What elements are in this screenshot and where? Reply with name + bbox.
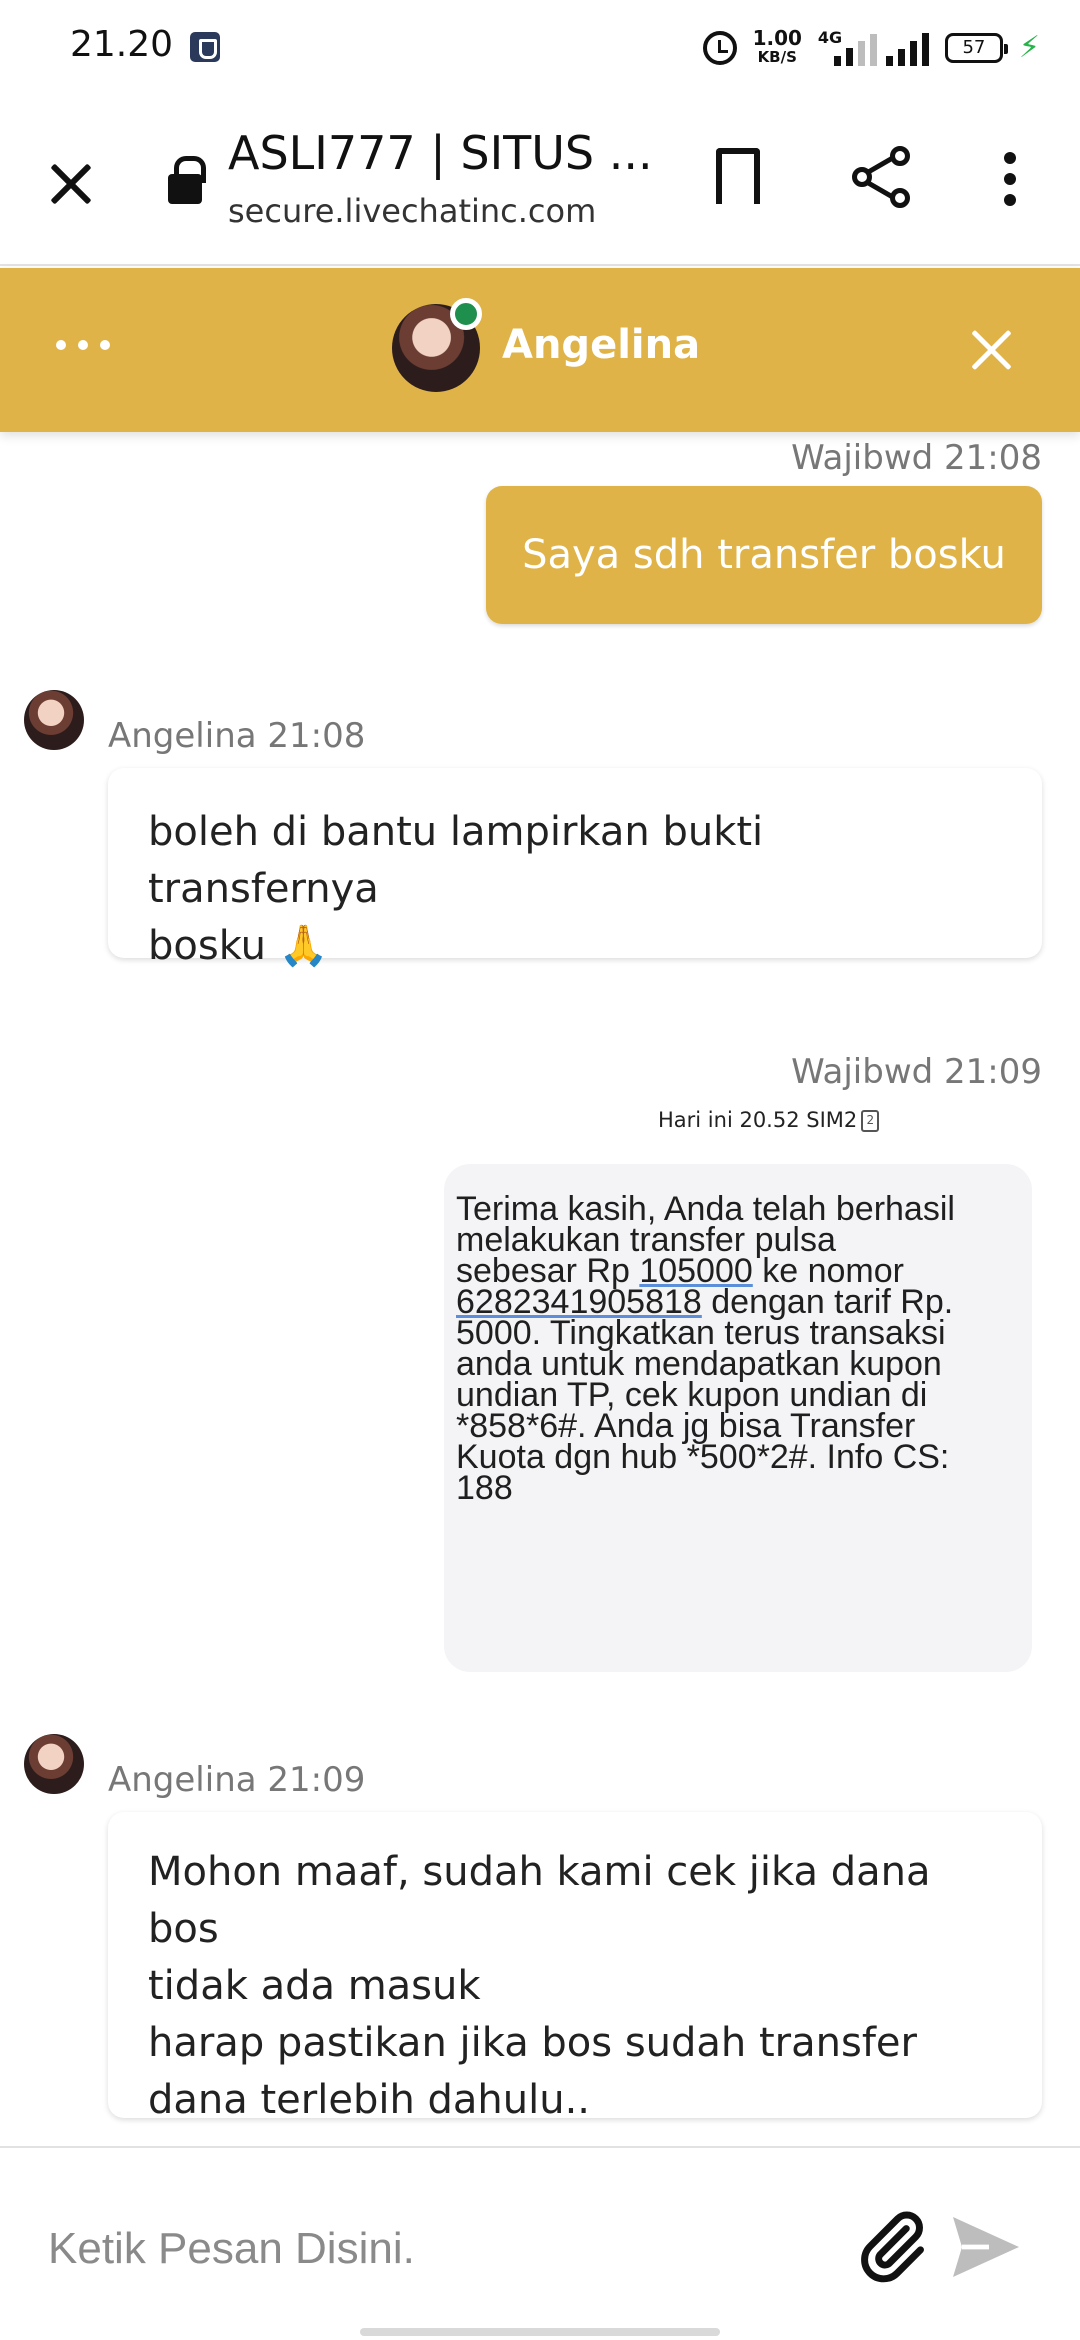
home-indicator[interactable] (360, 2328, 720, 2336)
sms-header-text: Hari ini 20.52 SIM2 (658, 1108, 858, 1132)
close-icon[interactable] (42, 154, 102, 214)
more-options-icon[interactable] (1004, 152, 1018, 208)
online-status-indicator (450, 298, 482, 330)
agent-message-bubble: Mohon maaf, sudah kami cek jika dana bos… (108, 1812, 1042, 2123)
page-title[interactable]: ASLI777 | SITUS ... (228, 126, 653, 180)
message-text: Saya sdh transfer bosku (522, 532, 1006, 578)
praying-hands-emoji: 🙏 (278, 923, 329, 969)
message-composer (0, 2146, 1080, 2340)
sms-line: 188 (456, 1469, 513, 1507)
signal-bars-sim1-icon (833, 34, 877, 66)
message-meta: Angelina 21:08 (108, 716, 366, 756)
agent-message-bubble: boleh di bantu lampirkan bukti transfern… (108, 768, 1042, 969)
user-message-bubble: Saya sdh transfer bosku (486, 486, 1042, 624)
vpn-shield-icon (190, 32, 220, 62)
share-icon[interactable] (852, 146, 912, 210)
browser-toolbar: ASLI777 | SITUS ... secure.livechatinc.c… (0, 96, 1080, 266)
signal-bars-sim2-icon (885, 30, 929, 66)
status-icons: 1.00 KB/S 4G 57 ⚡ (702, 26, 1040, 70)
message-line: Mohon maaf, sudah kami cek jika dana bos (148, 1849, 931, 1952)
status-time: 21.20 (70, 24, 174, 65)
charging-icon: ⚡ (1018, 30, 1040, 65)
agent-message-avatar (24, 1734, 84, 1794)
message-line: boleh di bantu lampirkan bukti transfern… (148, 809, 764, 912)
agent-message-avatar (24, 690, 84, 750)
close-chat-icon[interactable] (966, 324, 1018, 376)
network-speed-unit: KB/S (757, 48, 797, 66)
message-line: dana terlebih dahulu.. (148, 2077, 591, 2123)
send-icon[interactable] (950, 2214, 1022, 2280)
sms-line: Kuota dgn hub *500*2#. Info CS: (456, 1438, 950, 1476)
bookmark-icon[interactable] (716, 148, 760, 210)
page-url[interactable]: secure.livechatinc.com (228, 192, 596, 230)
message-meta: Angelina 21:09 (108, 1760, 366, 1800)
status-bar: 21.20 1.00 KB/S 4G 57 ⚡ (0, 0, 1080, 96)
agent-name: Angelina (502, 322, 701, 368)
message-line: harap pastikan jika bos sudah transfer (148, 2020, 917, 2066)
sms-header: Hari ini 20.52 SIM2 2 (658, 1108, 880, 1132)
message-meta: Wajibwd 21:08 (791, 438, 1042, 478)
battery-icon: 57 (944, 33, 1008, 63)
lock-icon[interactable] (168, 156, 206, 204)
message-line: tidak ada masuk (148, 1963, 481, 2009)
network-speed-value: 1.00 (752, 26, 802, 50)
message-line: bosku (148, 923, 266, 969)
chat-header: Angelina (0, 268, 1080, 432)
network-speed: 1.00 KB/S (752, 26, 802, 67)
sms-bubble: Terima kasih, Anda telah berhasil melaku… (444, 1164, 1032, 1672)
message-input[interactable] (48, 2214, 808, 2284)
paperclip-icon[interactable] (854, 2208, 930, 2284)
sim-icon: 2 (861, 1110, 880, 1132)
signal-4g: 4G (818, 28, 877, 68)
alarm-icon (702, 31, 737, 65)
chat-menu-icon[interactable] (56, 340, 110, 350)
message-meta: Wajibwd 21:09 (791, 1052, 1042, 1092)
